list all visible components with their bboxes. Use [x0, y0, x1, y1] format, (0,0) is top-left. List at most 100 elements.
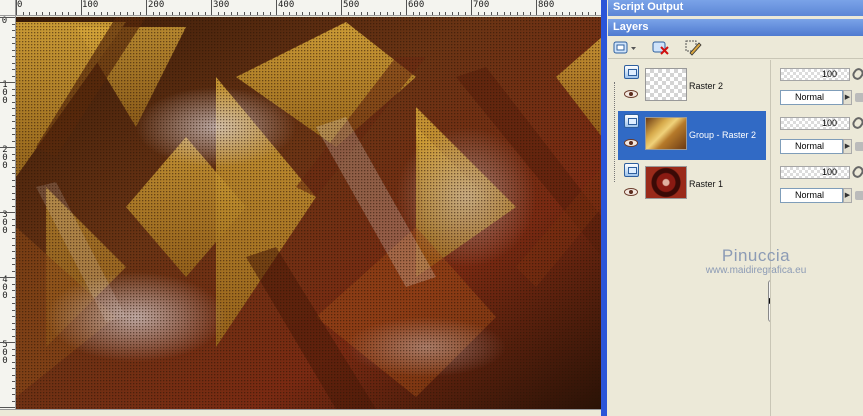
ruler-tick	[536, 0, 537, 15]
ruler-tick	[581, 12, 583, 15]
ruler-tick	[269, 12, 271, 15]
visibility-eye-icon[interactable]	[624, 90, 638, 98]
layers-palette-titlebar[interactable]: Layers	[608, 19, 863, 36]
ruler-tick	[263, 12, 264, 15]
app-window: { "ruler": { "top_labels": ["0", "100", …	[0, 0, 863, 416]
ruler-tick	[308, 12, 310, 15]
ruler-tick	[289, 12, 290, 15]
ruler-tick	[0, 277, 15, 278]
ruler-tick	[451, 12, 453, 15]
link-icon[interactable]	[850, 66, 863, 82]
ruler-tick	[87, 12, 89, 15]
ruler-tick	[542, 12, 544, 15]
ruler-tick	[432, 12, 433, 15]
group-layer-icon	[624, 114, 639, 128]
vertical-scrollbar[interactable]	[601, 0, 607, 416]
ruler-tick	[35, 12, 37, 15]
layer-thumbnail	[645, 166, 687, 199]
ruler-tick	[152, 12, 154, 15]
ruler-tick	[438, 12, 440, 15]
ruler-tick	[315, 12, 316, 15]
delete-layer-icon[interactable]	[652, 39, 670, 56]
ruler-tick	[510, 12, 511, 15]
ruler-tick	[178, 12, 180, 15]
ruler-tick	[393, 12, 394, 15]
ruler-tick	[347, 12, 349, 15]
blend-mode-select[interactable]: Normal	[780, 188, 843, 203]
layer-thumbnail	[645, 68, 687, 101]
ruler-tick	[146, 0, 147, 15]
layer-row-raster-2[interactable]: Raster 2	[618, 62, 766, 111]
ruler-tick	[484, 12, 485, 15]
ruler-tick	[406, 0, 407, 15]
ruler-tick	[191, 12, 193, 15]
ruler-tick	[120, 12, 121, 15]
ruler-tick	[230, 12, 232, 15]
layer-name: Raster 1	[689, 179, 724, 189]
ruler-tick	[334, 12, 336, 15]
ruler-tick	[594, 12, 596, 15]
ruler-label: 400	[2, 275, 8, 301]
edit-icon[interactable]	[684, 39, 702, 56]
lock-icon[interactable]	[855, 93, 863, 102]
ruler-label: 100	[82, 0, 99, 10]
opacity-slider[interactable]: 100	[780, 166, 850, 179]
ruler-tick	[282, 12, 284, 15]
dropdown-arrow-icon[interactable]: ▶	[843, 90, 852, 105]
dropdown-arrow-icon[interactable]: ▶	[843, 139, 852, 154]
blend-mode-select[interactable]: Normal	[780, 90, 843, 105]
ruler-label: 200	[2, 145, 8, 171]
ruler-tick	[555, 12, 557, 15]
ruler-tick	[503, 12, 505, 15]
ruler-tick	[256, 12, 258, 15]
canvas-status-strip	[0, 409, 603, 416]
ruler-label: 400	[278, 0, 295, 10]
ruler-tick	[22, 12, 24, 15]
visibility-eye-icon[interactable]	[624, 139, 638, 147]
left-ruler: 0 100 200 300 400 500	[0, 16, 16, 416]
ruler-tick	[399, 12, 401, 15]
ruler-tick	[139, 12, 141, 15]
ruler-tick	[211, 0, 212, 15]
ruler-tick	[172, 12, 173, 15]
ruler-tick	[328, 12, 329, 15]
layer-props-group-raster-2: 100 Normal ▶	[771, 111, 863, 160]
ruler-tick	[204, 12, 206, 15]
canvas-artwork	[16, 17, 602, 409]
link-icon[interactable]	[850, 115, 863, 131]
ruler-tick	[568, 12, 570, 15]
ruler-tick	[458, 12, 459, 15]
dropdown-arrow-icon[interactable]: ▶	[843, 188, 852, 203]
layer-props-raster-2: 100 Normal ▶	[771, 62, 863, 111]
lock-icon[interactable]	[855, 191, 863, 200]
layer-props-raster-1: 100 Normal ▶	[771, 160, 863, 209]
top-ruler: 0 100 200 300 400 500 600 700 800	[0, 0, 603, 16]
ruler-tick	[159, 12, 160, 15]
opacity-slider[interactable]: 100	[780, 68, 850, 81]
opacity-slider[interactable]: 100	[780, 117, 850, 130]
ruler-tick	[107, 12, 108, 15]
layer-list: Raster 2 Group - Raster 2 Raster 1	[610, 60, 768, 416]
layer-row-raster-1[interactable]: Raster 1	[618, 160, 766, 209]
link-icon[interactable]	[850, 164, 863, 180]
lock-icon[interactable]	[855, 142, 863, 151]
ruler-tick	[217, 12, 219, 15]
ruler-label: 0	[17, 0, 23, 10]
new-layer-icon[interactable]	[613, 39, 636, 56]
layer-type-icon	[624, 163, 639, 177]
visibility-eye-icon[interactable]	[624, 188, 638, 196]
blend-mode-select[interactable]: Normal	[780, 139, 843, 154]
ruler-tick	[360, 12, 362, 15]
ruler-tick	[295, 12, 297, 15]
ruler-corner	[0, 0, 16, 16]
ruler-tick	[386, 12, 388, 15]
ruler-tick	[100, 12, 102, 15]
ruler-tick	[588, 12, 589, 15]
ruler-tick	[237, 12, 238, 15]
ruler-tick	[445, 12, 446, 15]
layer-row-group-raster-2[interactable]: Group - Raster 2	[618, 111, 766, 160]
ruler-tick	[68, 12, 69, 15]
ruler-tick	[477, 12, 479, 15]
image-canvas[interactable]	[16, 17, 602, 409]
script-output-titlebar[interactable]: Script Output	[608, 0, 863, 16]
